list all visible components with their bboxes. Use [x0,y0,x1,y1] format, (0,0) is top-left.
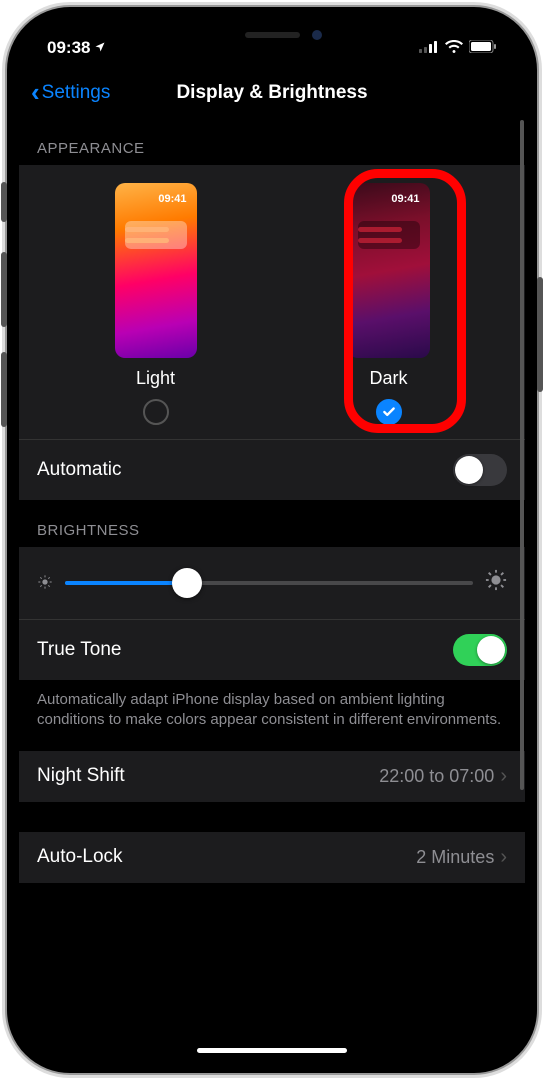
chevron-right-icon: › [500,846,507,869]
chevron-right-icon: › [500,765,507,788]
volume-down-button [1,352,7,427]
automatic-label: Automatic [37,459,121,481]
auto-lock-row[interactable]: Auto-Lock 2 Minutes › [19,832,525,883]
dark-thumbnail: 09:41 [348,183,430,358]
appearance-panel: 09:41 Light 09:41 [19,165,525,500]
home-indicator[interactable] [197,1048,347,1053]
power-button [537,277,543,392]
dark-label: Dark [369,368,407,389]
auto-lock-value: 2 Minutes [416,847,494,868]
light-thumbnail: 09:41 [115,183,197,358]
page-title: Display & Brightness [176,82,367,104]
notch [167,19,377,51]
automatic-row: Automatic [19,439,525,500]
content[interactable]: APPEARANCE 09:41 Light [19,118,525,1050]
light-radio[interactable] [143,399,169,425]
light-label: Light [136,368,175,389]
brightness-slider[interactable] [65,581,473,585]
chevron-left-icon: ‹ [31,77,40,108]
brightness-header: BRIGHTNESS [19,500,525,547]
screen: 09:38 [19,19,525,1061]
brightness-panel: True Tone [19,547,525,680]
volume-up-button [1,252,7,327]
appearance-options: 09:41 Light 09:41 [19,165,525,439]
mute-switch [1,182,7,222]
status-time: 09:38 [47,38,90,58]
location-icon [94,41,106,56]
cellular-icon [419,38,439,58]
truetone-label: True Tone [37,639,122,661]
automatic-toggle[interactable] [453,454,507,486]
back-button[interactable]: ‹ Settings [31,77,110,108]
sun-large-icon [485,569,507,597]
truetone-footer: Automatically adapt iPhone display based… [19,680,525,751]
slider-fill [65,581,187,585]
night-shift-panel: Night Shift 22:00 to 07:00 › [19,751,525,802]
auto-lock-label: Auto-Lock [37,846,123,868]
speaker [245,32,300,38]
truetone-toggle[interactable] [453,634,507,666]
auto-lock-panel: Auto-Lock 2 Minutes › [19,832,525,883]
truetone-row: True Tone [19,619,525,680]
battery-icon [469,38,497,58]
theme-option-dark[interactable]: 09:41 Dark [348,183,430,425]
front-camera [312,30,322,40]
back-label: Settings [42,82,111,104]
wifi-icon [445,38,463,58]
night-shift-row[interactable]: Night Shift 22:00 to 07:00 › [19,751,525,802]
dark-radio[interactable] [376,399,402,425]
slider-thumb[interactable] [172,568,202,598]
brightness-slider-row [19,547,525,619]
appearance-header: APPEARANCE [19,118,525,165]
sun-small-icon [37,574,53,593]
night-shift-value: 22:00 to 07:00 [379,766,494,787]
night-shift-label: Night Shift [37,765,125,787]
nav-bar: ‹ Settings Display & Brightness [19,69,525,118]
theme-option-light[interactable]: 09:41 Light [115,183,197,425]
phone-frame: 09:38 [5,5,539,1075]
